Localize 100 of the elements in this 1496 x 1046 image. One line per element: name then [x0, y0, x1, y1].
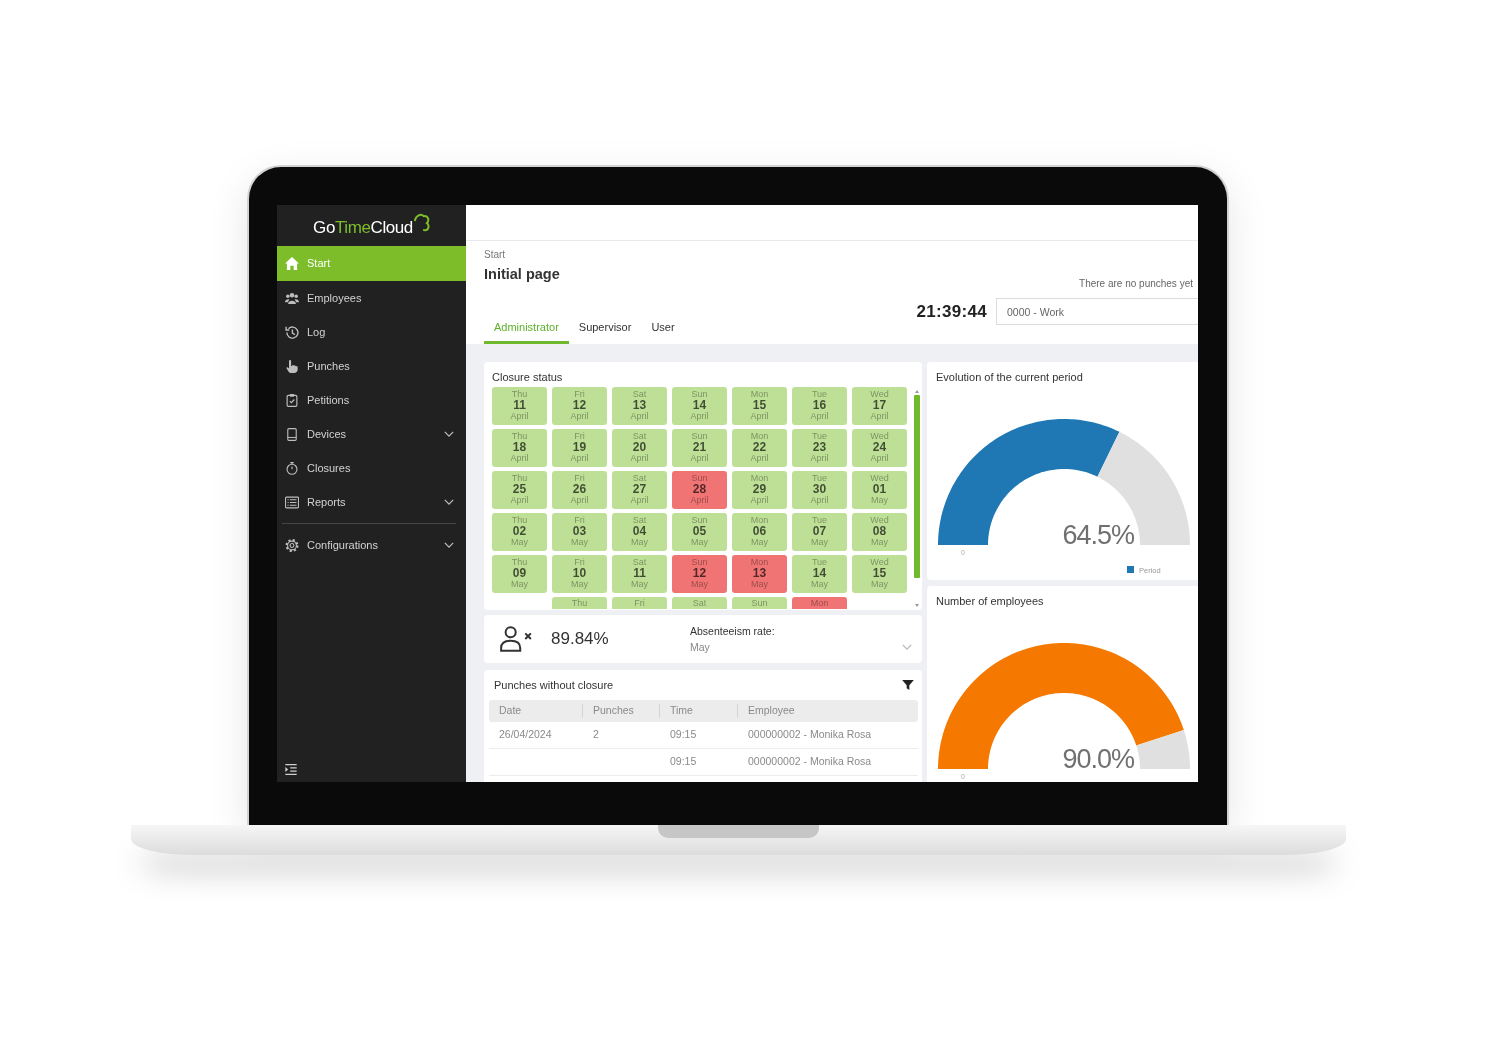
gauge-reading: 64.5% — [1062, 520, 1134, 550]
month-label: May — [570, 579, 589, 589]
weekday-label: Thu — [510, 515, 529, 525]
legend-swatch-icon — [1127, 566, 1134, 573]
day-number: 08 — [871, 525, 888, 537]
tablet-icon — [285, 427, 299, 441]
activity-field[interactable]: 0000 - Work — [996, 298, 1198, 325]
month-label: May — [870, 537, 889, 547]
weekday-label: Sun — [690, 473, 709, 483]
month-label: April — [629, 453, 650, 463]
day-number: 13 — [631, 399, 648, 411]
weekday-label: Thu — [510, 473, 529, 483]
day-number: 23 — [811, 441, 828, 453]
day-number: 09 — [511, 567, 528, 579]
day-number: 10 — [571, 567, 588, 579]
sidebar-item[interactable]: Configurations — [277, 528, 466, 562]
weekday-label: Tue — [810, 515, 829, 525]
day-number: 11 — [632, 567, 647, 579]
month-label: April — [809, 495, 830, 505]
chevron-down-icon — [902, 643, 912, 650]
month-label: May — [750, 579, 769, 589]
month-label: April — [629, 411, 650, 421]
month-label: April — [689, 453, 710, 463]
weekday-label: Wed — [869, 515, 890, 525]
weekday-label: Wed — [869, 389, 890, 399]
day-number: 05 — [691, 525, 708, 537]
weekday-label: Sat — [631, 557, 648, 567]
sidebar-item[interactable]: Closures — [277, 451, 466, 485]
field-label: Absenteeism rate: — [690, 624, 775, 638]
weekday-label: Sat — [631, 431, 648, 441]
month-label: May — [570, 537, 589, 547]
sidebar-item[interactable]: Petitions — [277, 383, 466, 417]
punch-status-text: There are no punches yet — [1079, 278, 1193, 290]
chart-title: Number of employees — [936, 594, 1045, 608]
weekday-label: Mon — [749, 389, 770, 399]
indent-icon[interactable] — [285, 764, 297, 776]
clipboard-check-icon — [285, 393, 299, 407]
day-number: 11 — [512, 399, 527, 411]
month-label: May — [630, 537, 649, 547]
weekday-label: Mon — [749, 515, 770, 525]
month-select[interactable]: May — [690, 639, 912, 654]
weekday-label: Sun — [690, 389, 709, 399]
month-label: May — [690, 537, 709, 547]
month-label: May — [810, 537, 829, 547]
sidebar-item[interactable]: Employees — [277, 281, 466, 315]
card-title: Closure status — [492, 370, 563, 384]
sidebar-item[interactable]: Log — [277, 315, 466, 349]
tab[interactable]: Supervisor — [568, 315, 642, 344]
day-number: 18 — [511, 441, 528, 453]
weekday-label: Thu — [570, 598, 589, 608]
weekday-label: Fri — [573, 431, 586, 441]
month-label: May — [810, 579, 829, 589]
table-cell: 2 — [583, 722, 660, 749]
stopwatch-icon — [285, 461, 299, 475]
month-label: April — [689, 411, 710, 421]
day-number: 13 — [751, 567, 768, 579]
month-label: April — [869, 411, 890, 421]
logo-text: GoTimeCloud — [313, 217, 413, 238]
scrollbar[interactable] — [914, 390, 920, 607]
table-cell: 26/04/2024 — [489, 722, 583, 749]
weekday-label: Sun — [750, 598, 769, 608]
weekday-label: Wed — [869, 473, 890, 483]
month-label: May — [630, 579, 649, 589]
month-label: April — [749, 411, 770, 421]
sidebar-item[interactable]: Devices — [277, 417, 466, 451]
pointing-hand-icon — [285, 359, 299, 373]
settings-icon — [285, 538, 299, 552]
list-icon — [285, 495, 299, 509]
tab[interactable]: User — [641, 315, 685, 344]
day-number: 30 — [811, 483, 828, 495]
sidebar-item[interactable]: Punches — [277, 349, 466, 383]
day-number: 29 — [751, 483, 768, 495]
month-label: May — [690, 579, 709, 589]
month-label: April — [869, 453, 890, 463]
month-label: April — [569, 495, 590, 505]
table-cell: 09:15 — [660, 749, 738, 776]
month-label: April — [509, 411, 530, 421]
weekday-label: Mon — [749, 473, 770, 483]
weekday-label: Sat — [631, 473, 648, 483]
weekday-label: Wed — [869, 431, 890, 441]
cloud-swirl-icon — [413, 213, 430, 232]
weekday-label: Thu — [510, 389, 529, 399]
weekday-label: Sun — [690, 557, 709, 567]
table-cell: 09:15 — [660, 722, 738, 749]
breadcrumb-link[interactable]: Start — [484, 249, 506, 261]
day-number: 15 — [871, 567, 888, 579]
weekday-label: Fri — [573, 557, 586, 567]
day-number: 15 — [751, 399, 768, 411]
month-label: April — [509, 453, 530, 463]
home-icon — [285, 257, 299, 270]
page-title: Initial page — [484, 265, 560, 283]
weekday-label: Thu — [510, 431, 529, 441]
table-cell: 000000002 - Monika Rosa — [738, 722, 918, 749]
day-number: 17 — [871, 399, 888, 411]
absenteeism-rate: 89.84% — [551, 628, 609, 651]
day-number: 16 — [811, 399, 828, 411]
sidebar-item[interactable]: Reports — [277, 485, 466, 519]
filter-icon[interactable] — [902, 680, 914, 690]
weekday-label: Sun — [690, 431, 709, 441]
month-label: May — [510, 537, 529, 547]
